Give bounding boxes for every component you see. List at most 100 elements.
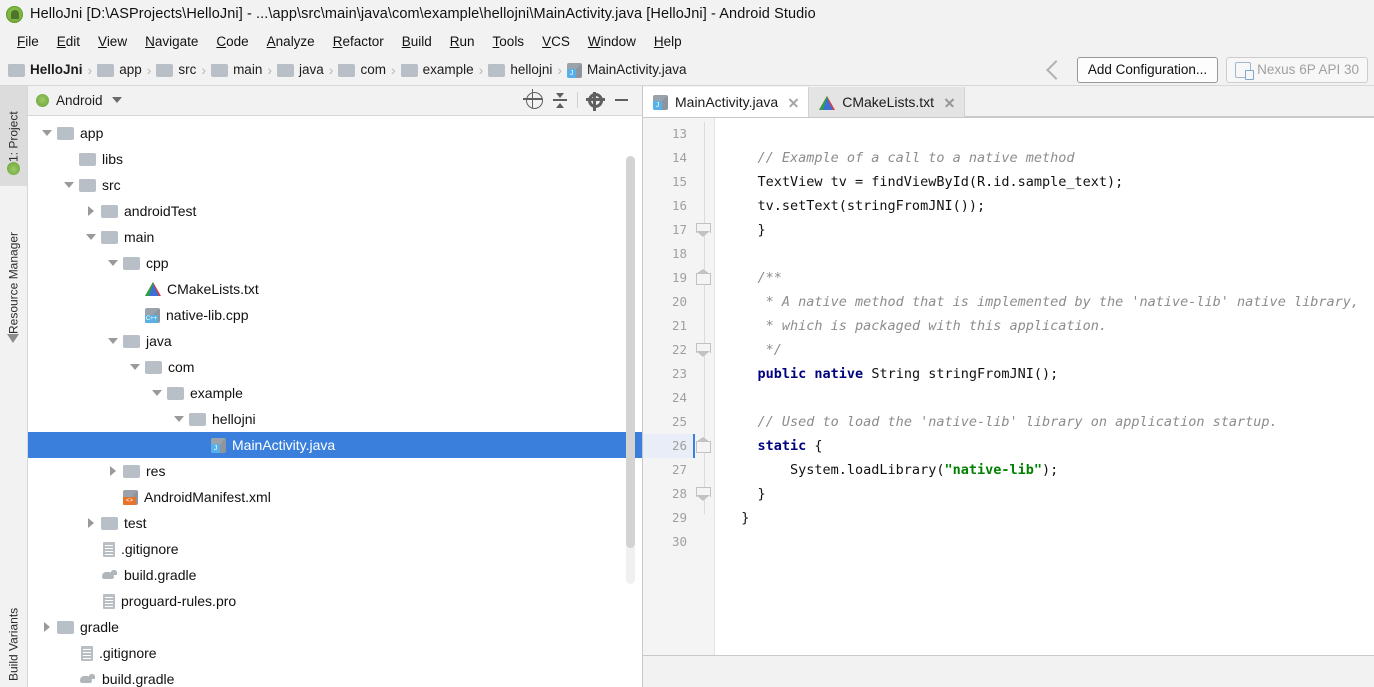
chevron-right-icon[interactable] bbox=[40, 620, 54, 634]
add-configuration-button[interactable]: Add Configuration... bbox=[1076, 56, 1219, 83]
tree-item-build-gradle[interactable]: build.gradle bbox=[28, 562, 642, 588]
editor-tab-cmakelists-txt[interactable]: CMakeLists.txt bbox=[809, 87, 966, 117]
breadcrumb-item-example[interactable]: example bbox=[399, 62, 476, 78]
project-panel-actions bbox=[521, 88, 634, 111]
breadcrumb-item-mainactivity-java[interactable]: MainActivity.java bbox=[565, 62, 689, 78]
breadcrumb-item-com[interactable]: com bbox=[336, 62, 388, 78]
fold-close-icon[interactable] bbox=[696, 486, 711, 502]
menu-item-refactor[interactable]: Refactor bbox=[324, 32, 393, 51]
tree-item-native-lib-cpp[interactable]: native-lib.cpp bbox=[28, 302, 642, 328]
folder-icon bbox=[101, 517, 118, 531]
menu-item-tools[interactable]: Tools bbox=[484, 32, 534, 51]
chevron-right-icon[interactable] bbox=[84, 516, 98, 530]
fold-open-icon[interactable] bbox=[696, 269, 711, 286]
back-arrow-icon[interactable] bbox=[1045, 59, 1067, 81]
breadcrumb-separator: › bbox=[557, 61, 563, 78]
tree-item-com[interactable]: com bbox=[28, 354, 642, 380]
breadcrumb-item-java[interactable]: java bbox=[275, 62, 326, 78]
tree-item-label: java bbox=[146, 332, 172, 349]
menu-item-analyze[interactable]: Analyze bbox=[258, 32, 324, 51]
tree-item-androidtest[interactable]: androidTest bbox=[28, 198, 642, 224]
locate-icon[interactable] bbox=[521, 88, 547, 111]
fold-open-icon[interactable] bbox=[696, 437, 711, 454]
chevron-down-icon[interactable] bbox=[84, 230, 98, 244]
sidebar-tab-build-variants[interactable]: Build Variants bbox=[0, 557, 27, 687]
chevron-down-icon[interactable] bbox=[106, 334, 120, 348]
menu-item-file[interactable]: File bbox=[8, 32, 48, 51]
editor-tab-mainactivity-java[interactable]: MainActivity.java bbox=[643, 87, 810, 117]
fold-close-icon[interactable] bbox=[696, 342, 711, 358]
tree-item-libs[interactable]: libs bbox=[28, 146, 642, 172]
fold-close-icon[interactable] bbox=[696, 222, 711, 238]
android-icon bbox=[7, 162, 20, 175]
menu-item-navigate[interactable]: Navigate bbox=[136, 32, 207, 51]
sidebar-tab-project[interactable]: 1: Project bbox=[0, 86, 27, 186]
tree-item-main[interactable]: main bbox=[28, 224, 642, 250]
fold-row bbox=[693, 194, 714, 218]
tree-item-mainactivity-java[interactable]: MainActivity.java bbox=[28, 431, 642, 458]
tree-item-build-gradle[interactable]: build.gradle bbox=[28, 666, 642, 687]
sidebar-tab-resource-manager[interactable]: Resource Manager bbox=[0, 194, 27, 354]
window-title: HelloJni [D:\ASProjects\HelloJni] - ...\… bbox=[30, 6, 816, 22]
tree-item-cpp[interactable]: cpp bbox=[28, 250, 642, 276]
project-tree-container: app libs src androidTest main cpp CMakeLists.t… bbox=[28, 115, 642, 687]
menu-item-edit[interactable]: Edit bbox=[48, 32, 89, 51]
tree-item-example[interactable]: example bbox=[28, 380, 642, 406]
code-content[interactable]: // Example of a call to a native method … bbox=[715, 118, 1374, 655]
android-studio-logo-icon bbox=[6, 5, 23, 23]
minimize-icon[interactable] bbox=[608, 89, 634, 111]
tree-item-label: proguard-rules.pro bbox=[121, 592, 237, 609]
tree-item-cmakelists-txt[interactable]: CMakeLists.txt bbox=[28, 276, 642, 302]
code-editor[interactable]: 13 14 15 16 17 18 19 20 21 22 23 24 25 26 27 28 29 30 // … bbox=[643, 118, 1374, 655]
chevron-right-icon[interactable] bbox=[84, 204, 98, 218]
project-tree-scrollbar[interactable] bbox=[626, 155, 635, 584]
device-selector[interactable]: Nexus 6P API 30 bbox=[1226, 56, 1368, 83]
tree-item-res[interactable]: res bbox=[28, 458, 642, 484]
chevron-down-icon[interactable] bbox=[62, 178, 76, 192]
tree-item--gitignore[interactable]: .gitignore bbox=[28, 640, 642, 666]
fold-row bbox=[693, 338, 714, 362]
menu-item-code[interactable]: Code bbox=[207, 32, 257, 51]
menu-item-help[interactable]: Help bbox=[645, 32, 691, 51]
tree-item-test[interactable]: test bbox=[28, 510, 642, 536]
project-view-selector-label[interactable]: Android bbox=[56, 93, 103, 108]
tree-item-hellojni[interactable]: hellojni bbox=[28, 406, 642, 432]
xml-file-icon bbox=[123, 489, 138, 505]
fold-row bbox=[693, 266, 714, 290]
title-bar: HelloJni [D:\ASProjects\HelloJni] - ...\… bbox=[0, 0, 1374, 28]
breadcrumb-item-main[interactable]: main bbox=[209, 62, 264, 78]
breadcrumb-item-app[interactable]: app bbox=[95, 62, 144, 78]
breadcrumb-item-src[interactable]: src bbox=[154, 62, 198, 78]
chevron-down-icon[interactable] bbox=[106, 256, 120, 270]
tree-item-androidmanifest-xml[interactable]: AndroidManifest.xml bbox=[28, 484, 642, 510]
tree-item-src[interactable]: src bbox=[28, 172, 642, 198]
menu-item-build[interactable]: Build bbox=[393, 32, 441, 51]
tree-item-gradle[interactable]: gradle bbox=[28, 614, 642, 640]
tree-item-proguard-rules-pro[interactable]: proguard-rules.pro bbox=[28, 588, 642, 614]
breadcrumb-item-hellojni[interactable]: HelloJni bbox=[6, 62, 85, 78]
menu-item-vcs[interactable]: VCS bbox=[533, 32, 579, 51]
tree-item-app[interactable]: app bbox=[28, 120, 642, 146]
collapse-all-icon[interactable] bbox=[547, 89, 573, 111]
close-icon[interactable] bbox=[943, 96, 956, 109]
code-folding-gutter[interactable] bbox=[693, 118, 715, 655]
breadcrumb-item-hellojni[interactable]: hellojni bbox=[486, 62, 554, 78]
chevron-right-icon[interactable] bbox=[106, 464, 120, 478]
chevron-down-icon[interactable] bbox=[40, 126, 54, 140]
tree-item-java[interactable]: java bbox=[28, 328, 642, 354]
tree-item-label: gradle bbox=[80, 618, 119, 635]
chevron-down-icon[interactable] bbox=[172, 412, 186, 426]
menu-item-view[interactable]: View bbox=[89, 32, 136, 51]
chevron-down-icon[interactable] bbox=[111, 97, 122, 104]
menu-item-run[interactable]: Run bbox=[441, 32, 484, 51]
menu-item-window[interactable]: Window bbox=[579, 32, 645, 51]
tree-item--gitignore[interactable]: .gitignore bbox=[28, 536, 642, 562]
android-icon bbox=[36, 93, 49, 107]
code-line: * which is packaged with this applicatio… bbox=[757, 318, 1108, 334]
chevron-down-icon[interactable] bbox=[128, 360, 142, 374]
gear-icon[interactable] bbox=[582, 89, 608, 111]
close-icon[interactable] bbox=[787, 96, 800, 109]
chevron-down-icon[interactable] bbox=[150, 386, 164, 400]
